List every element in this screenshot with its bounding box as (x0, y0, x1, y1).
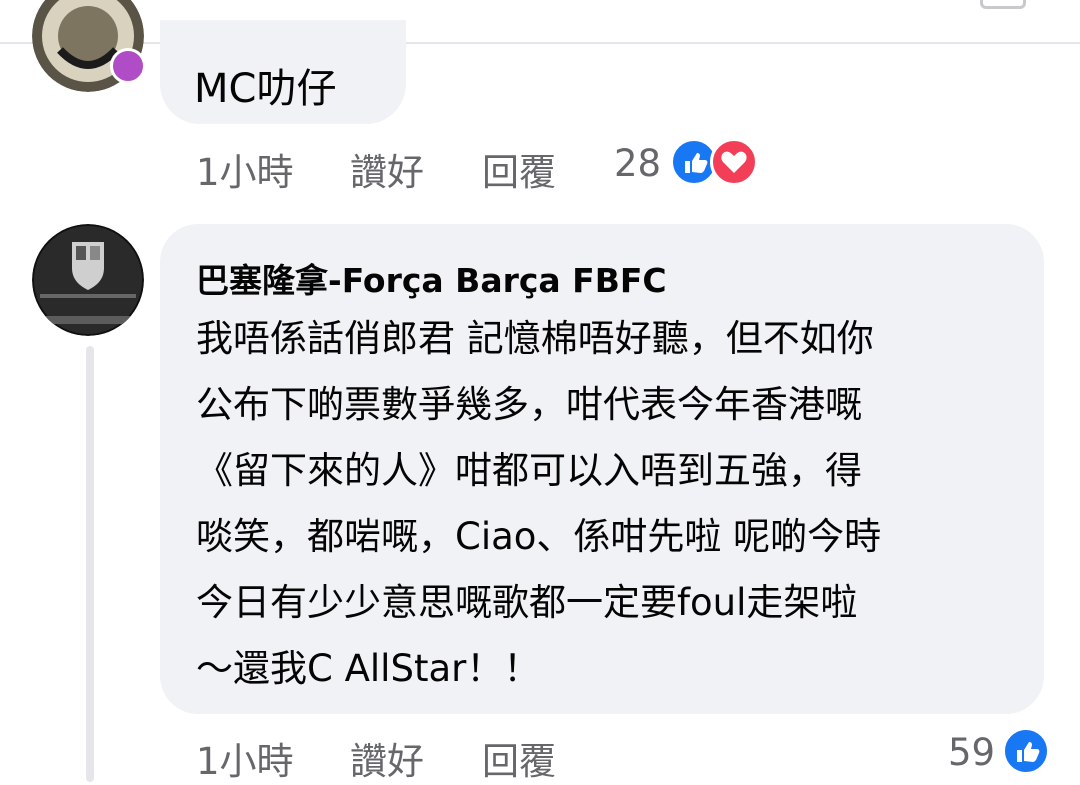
comment-text-line: 《留下來的人》咁都可以入唔到五強，得 (196, 449, 862, 492)
menu-icon[interactable] (980, 0, 1026, 9)
heart-badge-icon (110, 48, 146, 84)
thread-line (86, 346, 94, 782)
comment-text-line: 公布下啲票數爭幾多，咁代表今年香港嘅 (196, 383, 862, 426)
comment-time[interactable]: 1小時 (196, 731, 294, 785)
like-button[interactable]: 讚好 (350, 731, 424, 785)
comment-author[interactable]: 巴塞隆拿-Força Barça FBFC (196, 254, 667, 302)
like-button[interactable]: 讚好 (350, 142, 424, 196)
comment-bubble[interactable]: 巴塞隆拿-Força Barça FBFC 我唔係話俏郎君 記憶棉唔好聽，但不如… (160, 224, 1044, 714)
comment-text-line: 今日有少少意思嘅歌都一定要foul走架啦 (196, 581, 858, 624)
like-icon (1002, 727, 1050, 775)
comment-bubble[interactable]: MC叻仔 (160, 20, 406, 124)
reaction-count[interactable]: 28 (614, 142, 661, 185)
reply-button[interactable]: 回覆 (482, 142, 556, 196)
fc-barcelona-crest-avatar[interactable] (32, 224, 144, 336)
comment-time[interactable]: 1小時 (196, 142, 294, 196)
reaction-count[interactable]: 59 (948, 731, 995, 774)
comment-text: 我唔係話俏郎君 記憶棉唔好聽，但不如你 公布下啲票數爭幾多，咁代表今年香港嘅 《… (196, 306, 1026, 702)
love-icon (710, 138, 758, 186)
reply-button[interactable]: 回覆 (482, 731, 556, 785)
comment-text: MC叻仔 (194, 66, 337, 112)
comment-text-line: 啖笑，都啱嘅，Ciao、係咁先啦 呢啲今時 (196, 515, 882, 558)
comment-text-line: ～還我C AllStar！！ (196, 647, 541, 690)
comment-text-line: 我唔係話俏郎君 記憶棉唔好聽，但不如你 (196, 317, 874, 360)
